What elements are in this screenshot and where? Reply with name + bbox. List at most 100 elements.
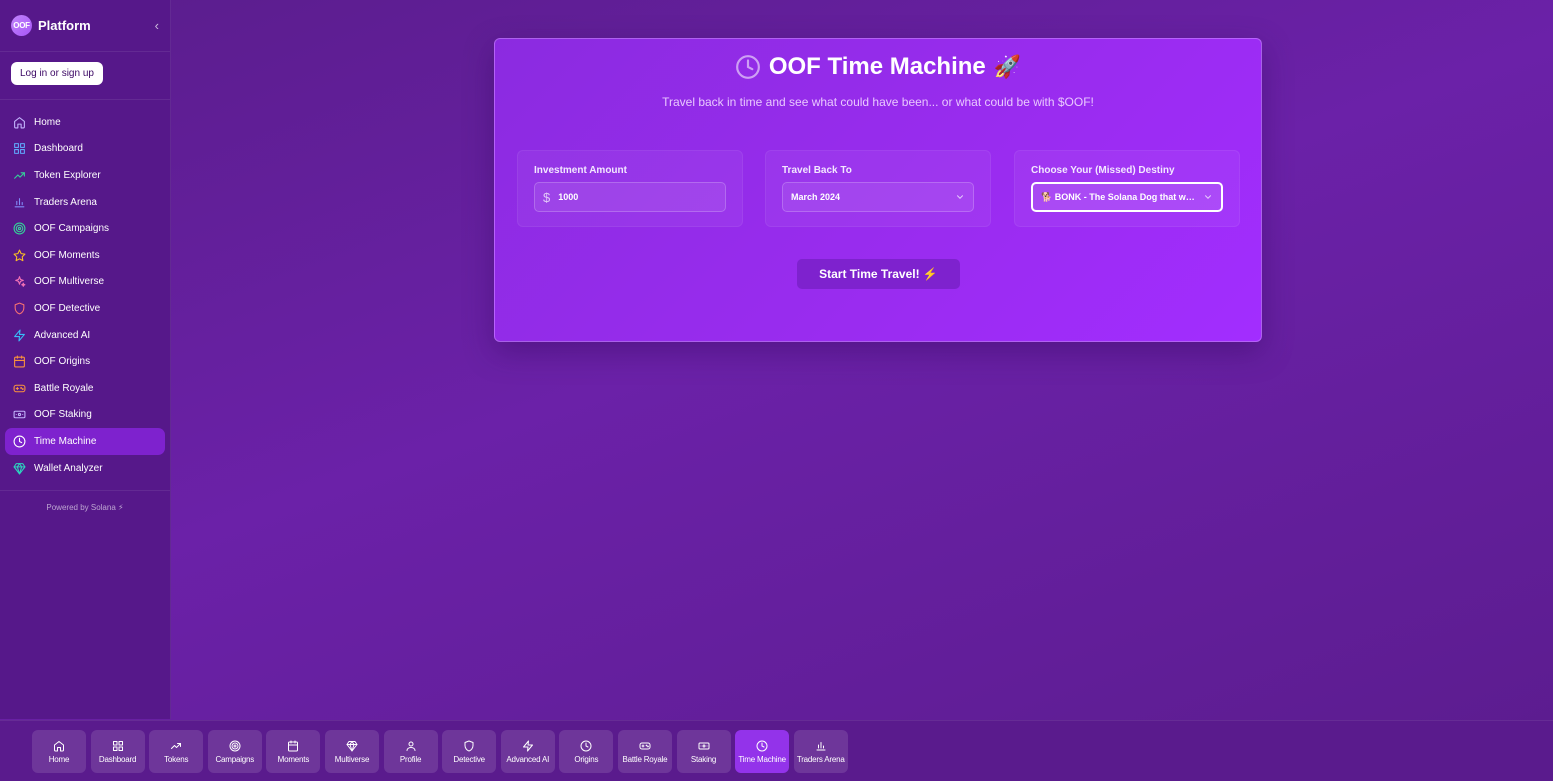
travel-back-value: March 2024 [791,192,841,202]
sidebar-item-oof-campaigns[interactable]: OOF Campaigns [5,215,165,242]
investment-amount-label: Investment Amount [534,165,627,176]
bottom-nav-item-dashboard[interactable]: Dashboard [90,730,145,773]
destiny-select[interactable]: 🐕 BONK - The Solana Dog that wen... [1031,182,1223,212]
sidebar-item-time-machine[interactable]: Time Machine [5,428,165,455]
sidebar-item-advanced-ai[interactable]: Advanced AI [5,322,165,349]
sidebar-item-token-explorer[interactable]: Token Explorer [5,162,165,189]
bottom-nav-item-time-machine[interactable]: Time Machine [735,730,790,773]
bottom-nav-label: Advanced AI [506,754,550,764]
investment-amount-field: Investment Amount $ 1000 [517,150,743,227]
calendar-icon [288,740,299,751]
clock-icon [756,740,768,751]
bottom-nav-item-tokens[interactable]: Tokens [149,730,204,773]
bottom-nav-label: Campaigns [215,754,255,764]
sidebar-item-label: OOF Origins [34,356,91,368]
login-section: Log in or sign up [0,52,170,100]
clock-icon [735,55,760,79]
collapse-sidebar-button[interactable]: ‹ [155,18,159,33]
card-title: OOF Time Machine 🚀 [495,53,1261,81]
bottom-nav-item-home[interactable]: Home [32,730,86,773]
sidebar-item-home[interactable]: Home [5,109,165,136]
investment-amount-value: 1000 [558,192,579,202]
bottom-nav-label: Tokens [164,754,189,764]
travel-back-select[interactable]: March 2024 [782,182,974,212]
bottom-nav-label: Home [48,754,70,764]
sidebar-item-label: Home [34,116,61,128]
rocket-icon: 🚀 [993,54,1022,79]
brand-logo[interactable]: OOF [11,15,32,36]
page-title: OOF Time Machine [768,53,986,80]
sidebar-item-label: Battle Royale [34,382,94,394]
gem-icon [346,740,358,751]
chevron-down-icon [1204,195,1212,199]
sidebar-item-label: OOF Detective [34,302,101,314]
dollar-icon: $ [543,189,551,205]
sidebar: OOF Platform ‹ Log in or sign up Home Das… [0,0,171,719]
brand-name[interactable]: Platform [38,18,155,33]
target-icon [229,740,241,751]
sidebar-item-traders-arena[interactable]: Traders Arena [5,189,165,216]
zap-icon [522,740,533,751]
sidebar-item-label: Advanced AI [34,329,91,341]
bar-chart-icon [816,741,826,750]
sidebar-item-oof-origins[interactable]: OOF Origins [5,348,165,375]
bottom-nav-item-profile[interactable]: Profile [383,730,438,773]
sidebar-item-oof-detective[interactable]: OOF Detective [5,295,165,322]
page-subtitle: Travel back in time and see what could h… [662,95,1094,109]
bottom-nav-item-moments[interactable]: Moments [266,730,321,773]
login-button[interactable]: Log in or sign up [11,62,103,85]
bottom-nav-label: Battle Royale [622,754,668,764]
bottom-nav-label: Moments [277,754,310,764]
bottom-nav-item-detective[interactable]: Detective [442,730,497,773]
bottom-nav-item-campaigns[interactable]: Campaigns [207,730,262,773]
bottom-nav-label: Staking [690,754,717,764]
powered-by: Powered by Solana ⚡ [46,503,124,513]
investment-amount-input[interactable]: $ 1000 [534,182,726,212]
sidebar-item-oof-staking[interactable]: OOF Staking [5,402,165,429]
sidebar-header: OOF Platform ‹ [0,0,170,52]
trending-up-icon [171,742,182,749]
sidebar-item-label: Token Explorer [34,169,101,181]
destiny-field: Choose Your (Missed) Destiny 🐕 BONK - Th… [1014,150,1240,227]
clock-icon [13,435,26,448]
bottom-nav-label: Time Machine [738,754,786,764]
sidebar-item-label: Time Machine [34,435,97,447]
user-icon [406,741,416,751]
bottom-nav-label: Dashboard [98,754,137,764]
sidebar-nav: Home Dashboard Token Explorer Traders Arena… [0,100,170,492]
calendar-icon [14,355,25,368]
star-icon [13,249,26,261]
bottom-nav-item-battle-royale[interactable]: Battle Royale [617,730,672,773]
sidebar-item-battle-royale[interactable]: Battle Royale [5,375,165,402]
sidebar-item-label: OOF Multiverse [34,276,105,288]
bar-chart-icon [14,197,25,207]
chevron-down-icon [956,195,964,199]
sidebar-item-label: Dashboard [34,143,83,155]
bottom-nav: Home Dashboard Tokens Campaigns Moments Multi… [0,720,1553,781]
home-icon [54,740,64,751]
bottom-nav-item-advanced-ai[interactable]: Advanced AI [500,730,555,773]
sidebar-item-dashboard[interactable]: Dashboard [5,136,165,163]
wallet-icon [698,742,710,749]
sidebar-item-label: Wallet Analyzer [34,462,103,474]
bottom-nav-label: Multiverse [334,754,370,764]
start-time-travel-button[interactable]: Start Time Travel! ⚡ [797,259,960,289]
time-machine-card: OOF Time Machine 🚀 Travel back in time a… [494,38,1262,342]
sidebar-item-oof-multiverse[interactable]: OOF Multiverse [5,269,165,296]
sidebar-item-label: OOF Campaigns [34,223,110,235]
sidebar-item-wallet-analyzer[interactable]: Wallet Analyzer [5,455,165,482]
zap-icon [14,329,25,342]
bottom-nav-label: Traders Arena [796,754,845,764]
gamepad-icon [13,384,26,393]
bottom-nav-item-origins[interactable]: Origins [559,730,614,773]
bottom-nav-item-staking[interactable]: Staking [676,730,731,773]
wallet-icon [13,411,26,419]
home-icon [14,116,25,129]
target-icon [13,222,26,235]
travel-back-label: Travel Back To [782,165,852,176]
bottom-nav-item-multiverse[interactable]: Multiverse [324,730,379,773]
sidebar-item-oof-moments[interactable]: OOF Moments [5,242,165,269]
shield-icon [464,740,474,751]
gamepad-icon [639,742,651,749]
bottom-nav-item-traders-arena[interactable]: Traders Arena [793,730,848,773]
